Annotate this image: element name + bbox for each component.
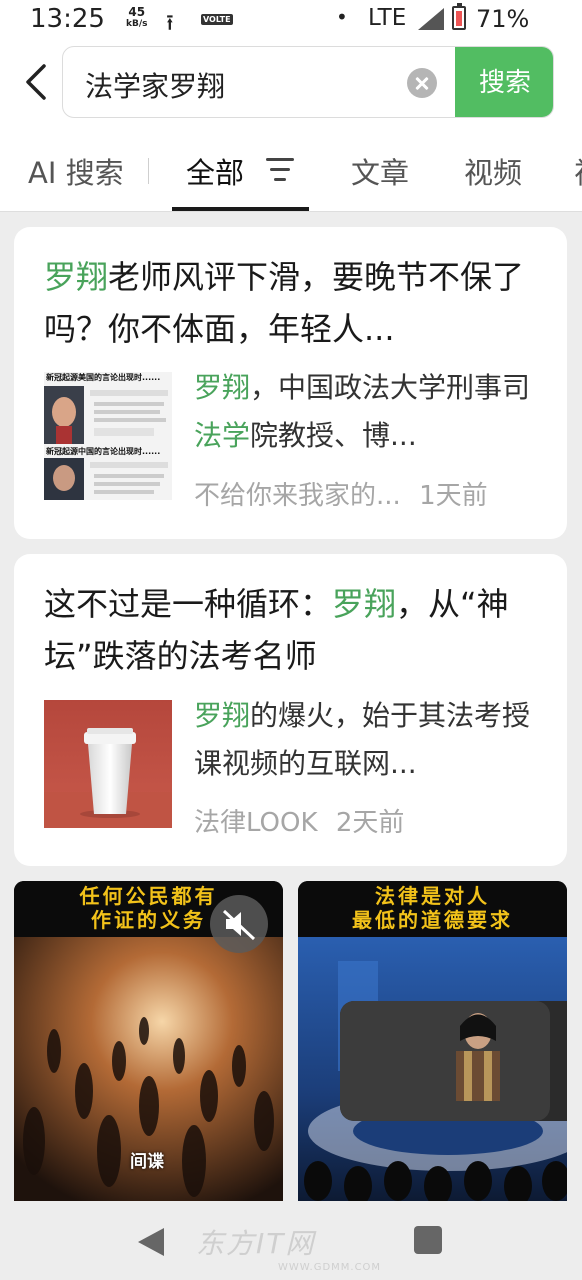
coffee-cup-image [44, 700, 172, 828]
video-card-2[interactable]: 法律是对人 最低的道德要求 [298, 881, 567, 1201]
result-snippet: 罗翔的爆火，始于其法考授课视频的互联网... [194, 692, 539, 788]
tab-more[interactable]: 视 [574, 150, 582, 192]
top-area: 13:25 45 kB/s ⭱ VOLTE • LTE 71% 法学家罗翔 搜索… [0, 0, 582, 212]
result-thumbnail: 新冠起源美国的言论出现时...... 新冠起源中国的言论出现时...... [44, 372, 172, 500]
volte-badge: VOLTE [201, 14, 233, 25]
snippet-text: ，中国政法大学刑事司 [250, 371, 531, 404]
battery-icon [452, 3, 466, 30]
thumbnail-caption-1: 新冠起源美国的言论出现时...... [46, 373, 161, 382]
result-title[interactable]: 罗翔老师风评下滑，要晚节不保了吗？你不体面，年轻人... [44, 251, 539, 355]
mute-button[interactable] [210, 895, 268, 953]
snippet-text: 院教授、博... [250, 419, 417, 452]
clear-icon[interactable] [407, 68, 437, 98]
network-type: LTE [368, 5, 407, 31]
video-subtitle: 间谍 [130, 1152, 164, 1172]
tab-bar: AI 搜索 全部 文章 视频 视 [0, 140, 582, 212]
status-time: 13:25 [30, 4, 105, 34]
result-card-2[interactable]: 这不过是一种循环：罗翔，从“神坛”跌落的法考名师 罗翔的爆火，始于其法考授课视频… [14, 554, 567, 866]
tab-all[interactable]: 全部 [186, 150, 244, 192]
nav-back-icon[interactable] [136, 1226, 166, 1258]
video-caption-line-1: 法律是对人 [375, 884, 490, 908]
nav-recents-icon[interactable] [414, 1226, 442, 1254]
result-meta: 法律LOOK 2天前 [194, 802, 404, 839]
snippet-highlight: 罗翔 [194, 699, 251, 732]
result-card-1[interactable]: 罗翔老师风评下滑，要晚节不保了吗？你不体面，年轻人... 新冠起源美国的言论出现… [14, 227, 567, 539]
result-time: 1天前 [419, 481, 488, 511]
net-speed-unit: kB/s [126, 19, 148, 29]
tab-articles[interactable]: 文章 [351, 150, 409, 192]
thumbnail-caption-2: 新冠起源中国的言论出现时...... [46, 447, 161, 456]
title-highlight: 罗翔 [332, 585, 397, 623]
tab-videos[interactable]: 视频 [464, 150, 522, 192]
watermark-url: WWW.GDMM.COM [278, 1262, 382, 1273]
tab-ai-search[interactable]: AI 搜索 [28, 150, 124, 192]
video-caption-line-2: 最低的道德要求 [352, 908, 513, 932]
title-highlight: 罗翔 [44, 258, 109, 296]
upload-icon: ⭱ [166, 11, 174, 36]
snippet-highlight: 罗翔 [194, 371, 251, 404]
notification-dot-icon: • [336, 5, 348, 29]
search-input[interactable]: 法学家罗翔 [85, 65, 225, 105]
back-arrow-icon[interactable] [22, 64, 52, 100]
search-box[interactable]: 法学家罗翔 搜索 [62, 46, 554, 118]
search-button[interactable]: 搜索 [455, 47, 553, 117]
tab-separator [148, 158, 149, 184]
filter-icon[interactable] [266, 158, 294, 184]
battery-percent: 71% [476, 5, 530, 33]
result-title[interactable]: 这不过是一种循环：罗翔，从“神坛”跌落的法考名师 [44, 578, 539, 682]
net-speed: 45 kB/s [126, 6, 148, 30]
title-text: 这不过是一种循环： [44, 585, 333, 623]
thumbnail-screenshot [44, 372, 172, 500]
result-source: 法律LOOK [194, 808, 318, 838]
signal-icon [418, 8, 444, 30]
snippet-highlight: 法学 [194, 419, 251, 452]
watermark-text: 东方IT网 [196, 1227, 316, 1260]
system-nav-bar: 东方IT网 WWW.GDMM.COM [0, 1202, 582, 1280]
mute-icon [222, 909, 256, 941]
net-speed-value: 45 [128, 5, 146, 19]
result-time: 2天前 [335, 808, 405, 838]
result-snippet: 罗翔，中国政法大学刑事司法学院教授、博... [194, 364, 539, 460]
result-thumbnail [44, 700, 172, 828]
video-card-1[interactable]: 任何公民都有 作证的义务 间谍 [14, 881, 283, 1201]
title-text: 老师风评下滑，要晚节不保了吗？你不体面，年轻人... [44, 258, 525, 348]
header-divider [0, 211, 582, 212]
status-bar: 13:25 45 kB/s ⭱ VOLTE • LTE 71% [0, 0, 582, 40]
result-source: 不给你来我家的... [194, 481, 401, 511]
result-meta: 不给你来我家的... 1天前 [194, 475, 488, 512]
